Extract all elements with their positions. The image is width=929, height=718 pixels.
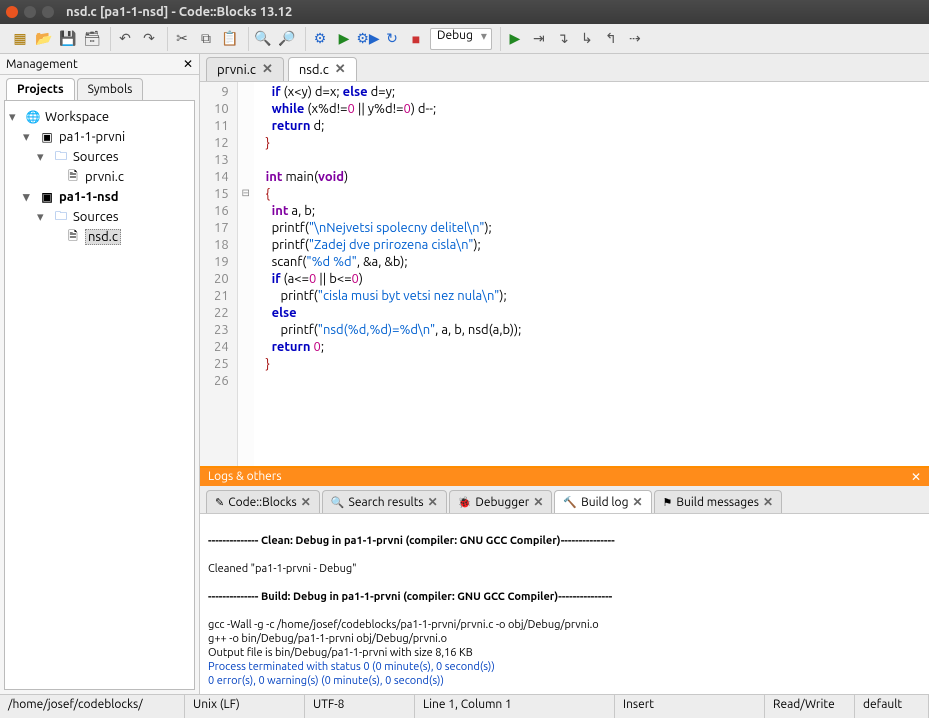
flag-icon: ⚑ bbox=[663, 496, 673, 509]
close-tab-button[interactable]: ✕ bbox=[763, 495, 773, 509]
folder-node[interactable]: ▾🗀Sources bbox=[9, 207, 190, 227]
fold-column[interactable]: ⊟ bbox=[238, 82, 254, 466]
redo-button[interactable]: ↷ bbox=[139, 29, 159, 49]
logs-panel-title: Logs & others bbox=[208, 470, 282, 484]
log-tab-code-blocks[interactable]: ✎Code::Blocks✕ bbox=[206, 490, 320, 513]
run-button[interactable]: ▶ bbox=[334, 29, 354, 49]
management-close-button[interactable]: ✕ bbox=[183, 57, 193, 71]
project-node[interactable]: ▾▣pa1-1-prvni bbox=[9, 127, 190, 147]
log-tab-search-results[interactable]: 🔍Search results✕ bbox=[322, 490, 447, 513]
editor-tab-label: prvni.c bbox=[217, 63, 256, 77]
editor-tab-strip: prvni.c ✕ nsd.c ✕ bbox=[200, 54, 929, 82]
next-line-button[interactable]: ↴ bbox=[553, 29, 573, 49]
pencil-icon: ✎ bbox=[215, 496, 224, 509]
status-eol: Unix (LF) bbox=[185, 695, 305, 718]
paste-button[interactable]: 📋 bbox=[220, 29, 240, 49]
maximize-window-button[interactable] bbox=[42, 6, 54, 18]
close-window-button[interactable] bbox=[6, 6, 18, 18]
close-tab-button[interactable]: ✕ bbox=[262, 62, 273, 77]
run-to-cursor-button[interactable]: ⇥ bbox=[529, 29, 549, 49]
status-insert-mode: Insert bbox=[615, 695, 765, 718]
code-area[interactable]: if (x<y) d=x; else d=y; while (x%d!=0 ||… bbox=[254, 82, 528, 466]
debug-continue-button[interactable]: ▶ bbox=[505, 29, 525, 49]
workspace-node[interactable]: ▾🌐Workspace bbox=[9, 107, 190, 127]
line-number-gutter: 91011121314151617181920212223242526 bbox=[200, 82, 238, 466]
build-log-output[interactable]: -------------- Clean: Debug in pa1-1-prv… bbox=[200, 514, 929, 694]
status-encoding: UTF-8 bbox=[305, 695, 415, 718]
step-into-button[interactable]: ↳ bbox=[577, 29, 597, 49]
logs-tab-strip: ✎Code::Blocks✕🔍Search results✕🐞Debugger✕… bbox=[200, 486, 929, 514]
close-tab-button[interactable]: ✕ bbox=[533, 495, 543, 509]
file-node-selected[interactable]: 🗎nsd.c bbox=[9, 227, 190, 247]
logs-panel-header: Logs & others ✕ bbox=[200, 468, 929, 486]
editor-tab[interactable]: prvni.c ✕ bbox=[206, 57, 284, 81]
status-highlight: default bbox=[855, 695, 929, 718]
find-replace-button[interactable]: 🔎 bbox=[277, 29, 297, 49]
new-file-button[interactable]: ▦ bbox=[10, 29, 30, 49]
project-tree[interactable]: ▾🌐Workspace ▾▣pa1-1-prvni ▾🗀Sources 🗎prv… bbox=[4, 100, 195, 690]
project-node-active[interactable]: ▾▣pa1-1-nsd bbox=[9, 187, 190, 207]
status-bar: /home/josef/codeblocks/ Unix (LF) UTF-8 … bbox=[0, 694, 929, 718]
cut-button[interactable]: ✂ bbox=[172, 29, 192, 49]
code-editor[interactable]: 91011121314151617181920212223242526 ⊟ if… bbox=[200, 82, 929, 468]
close-tab-button[interactable]: ✕ bbox=[335, 62, 346, 77]
window-title: nsd.c [pa1-1-nsd] - Code::Blocks 13.12 bbox=[66, 5, 292, 19]
next-instr-button[interactable]: ⇢ bbox=[625, 29, 645, 49]
hammer-icon: 🔨 bbox=[563, 496, 577, 509]
close-tab-button[interactable]: ✕ bbox=[428, 495, 438, 509]
log-tab-build-messages[interactable]: ⚑Build messages✕ bbox=[654, 490, 783, 513]
management-panel: Management ✕ Projects Symbols ▾🌐Workspac… bbox=[0, 54, 200, 694]
rebuild-button[interactable]: ↻ bbox=[382, 29, 402, 49]
logs-close-button[interactable]: ✕ bbox=[911, 470, 921, 484]
bug-icon: 🐞 bbox=[458, 496, 472, 509]
editor-tab-active[interactable]: nsd.c ✕ bbox=[288, 57, 357, 81]
file-node[interactable]: 🗎prvni.c bbox=[9, 167, 190, 187]
main-toolbar: ▦ 📂 💾 🗃 ↶ ↷ ✂ ⧉ 📋 🔍 🔎 ⚙ ▶ ⚙▶ ↻ ■ Debug ▶… bbox=[0, 24, 929, 54]
management-title: Management bbox=[6, 58, 78, 71]
build-target-select[interactable]: Debug bbox=[430, 28, 492, 50]
folder-node[interactable]: ▾🗀Sources bbox=[9, 147, 190, 167]
status-readwrite: Read/Write bbox=[765, 695, 855, 718]
save-button[interactable]: 💾 bbox=[58, 29, 78, 49]
status-cursor-pos: Line 1, Column 1 bbox=[415, 695, 615, 718]
close-tab-button[interactable]: ✕ bbox=[301, 495, 311, 509]
open-file-button[interactable]: 📂 bbox=[34, 29, 54, 49]
step-out-button[interactable]: ↰ bbox=[601, 29, 621, 49]
build-button[interactable]: ⚙ bbox=[310, 29, 330, 49]
find-button[interactable]: 🔍 bbox=[253, 29, 273, 49]
window-titlebar: nsd.c [pa1-1-nsd] - Code::Blocks 13.12 bbox=[0, 0, 929, 24]
undo-button[interactable]: ↶ bbox=[115, 29, 135, 49]
log-tab-debugger[interactable]: 🐞Debugger✕ bbox=[449, 490, 553, 513]
minimize-window-button[interactable] bbox=[24, 6, 36, 18]
editor-tab-label: nsd.c bbox=[299, 63, 329, 77]
search-icon: 🔍 bbox=[331, 496, 345, 509]
status-path: /home/josef/codeblocks/ bbox=[0, 695, 185, 718]
save-all-button[interactable]: 🗃 bbox=[82, 29, 102, 49]
log-tab-build-log[interactable]: 🔨Build log✕ bbox=[554, 490, 651, 513]
symbols-tab[interactable]: Symbols bbox=[77, 78, 144, 100]
abort-button[interactable]: ■ bbox=[406, 29, 426, 49]
copy-button[interactable]: ⧉ bbox=[196, 29, 216, 49]
projects-tab[interactable]: Projects bbox=[6, 78, 75, 100]
build-and-run-button[interactable]: ⚙▶ bbox=[358, 29, 378, 49]
close-tab-button[interactable]: ✕ bbox=[632, 495, 642, 509]
